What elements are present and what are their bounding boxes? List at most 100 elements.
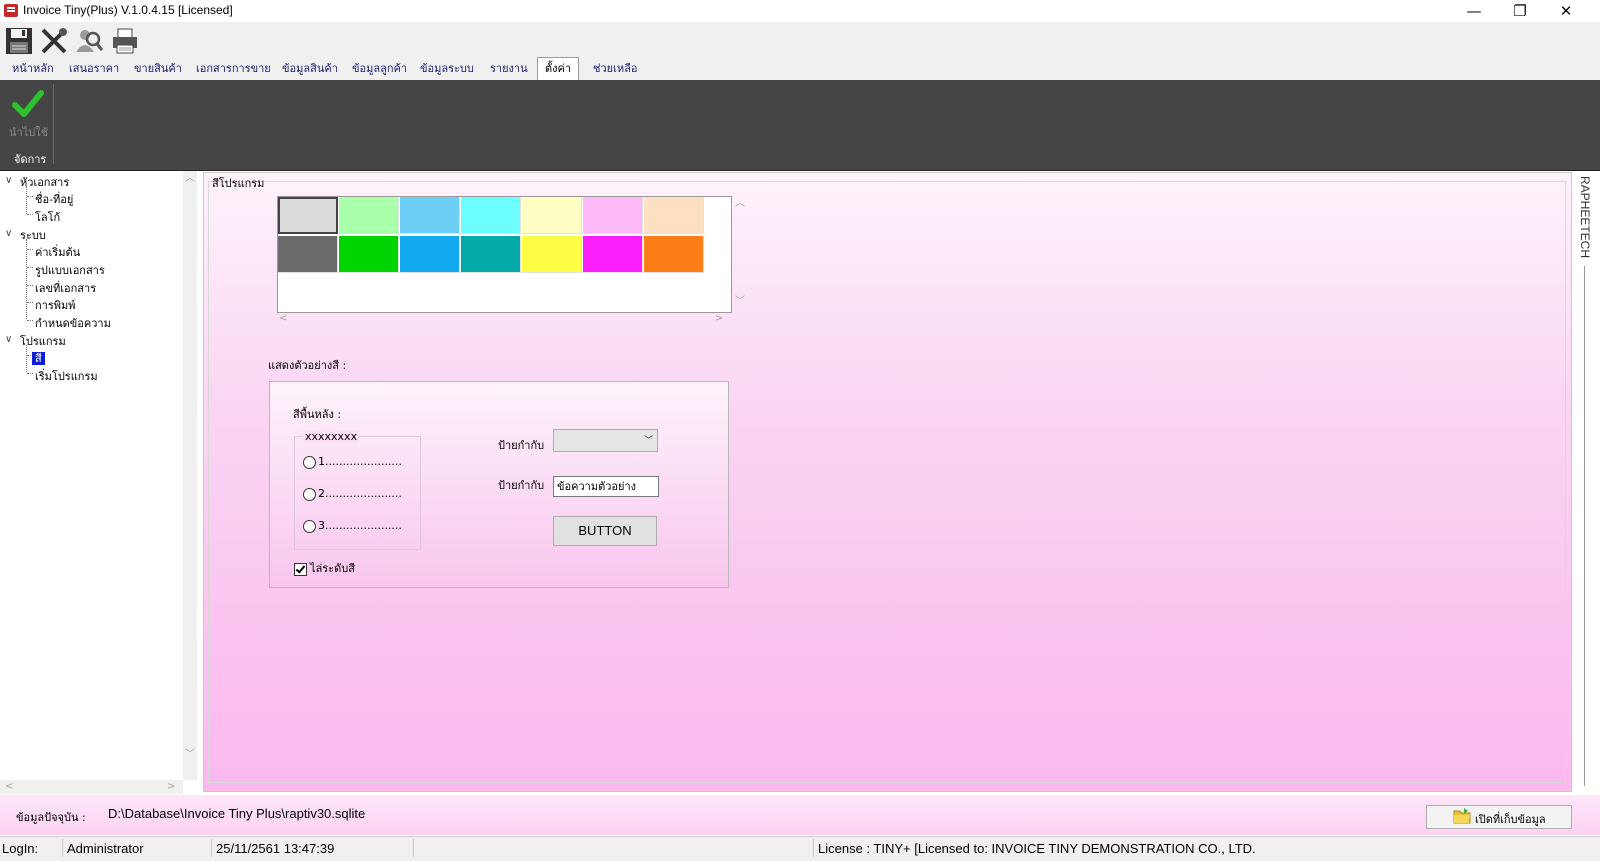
tab-reports[interactable]: รายงาน <box>490 58 528 80</box>
color-swatch[interactable] <box>644 197 704 234</box>
color-swatch[interactable] <box>278 197 338 234</box>
tab-quotation[interactable]: เสนอราคา <box>69 58 119 80</box>
radio-circle-icon <box>303 487 316 501</box>
color-swatch[interactable] <box>522 236 582 273</box>
tab-help[interactable]: ช่วยเหลือ <box>593 58 637 80</box>
sample-text-input[interactable]: ข้อความตัวอย่าง <box>553 476 659 497</box>
sample-radio-group: xxxxxxxx 1...................... 2......… <box>294 430 421 550</box>
tab-product-data[interactable]: ข้อมูลสินค้า <box>282 58 338 80</box>
ribbon-separator <box>53 84 54 164</box>
license-info: License : TINY+ [Licensed to: INVOICE TI… <box>818 841 1256 856</box>
chevron-down-icon: ﹀ <box>643 436 653 446</box>
color-swatch[interactable] <box>644 236 704 273</box>
settings-tree: ∨ หัวเอกสาร ชื่อ-ที่อยู่ โลโก้ ∨ ระบบ ค่… <box>0 171 184 780</box>
palette-vertical-scrollbar[interactable]: ︿ ﹀ <box>734 196 746 311</box>
tree-item-document-format[interactable]: รูปแบบเอกสาร <box>35 261 105 279</box>
gradient-checkbox[interactable]: ไล่ระดับสี <box>294 559 355 577</box>
sample-radio-1[interactable]: 1...................... <box>303 455 402 469</box>
tree-group-document-header[interactable]: หัวเอกสาร <box>20 173 69 191</box>
brand-label: RAPHEETECH <box>1578 176 1592 259</box>
data-path-bar: ข้อมูลปัจจุบัน : D:\Database\Invoice Tin… <box>0 795 1600 835</box>
preview-label: แสดงตัวอย่างสี : <box>268 359 347 372</box>
folder-icon <box>1453 808 1471 824</box>
tab-customer-data[interactable]: ข้อมูลลูกค้า <box>352 58 407 80</box>
search-people-icon[interactable] <box>74 26 104 56</box>
tree-item-name-address[interactable]: ชื่อ-ที่อยู่ <box>35 190 73 208</box>
minimize-button[interactable]: — <box>1451 0 1497 22</box>
tree-item-messages[interactable]: กำหนดข้อความ <box>35 314 111 332</box>
scroll-up-icon[interactable]: ︿ <box>735 198 745 210</box>
radio-group-title: xxxxxxxx <box>303 430 360 443</box>
expand-chevron-icon[interactable]: ∨ <box>5 228 12 239</box>
radio-circle-icon <box>303 519 316 533</box>
color-swatch[interactable] <box>522 197 582 234</box>
title-bar: Invoice Tiny(Plus) V.1.0.4.15 [Licensed]… <box>0 0 1600 22</box>
tree-item-printing[interactable]: การพิมพ์ <box>35 296 76 314</box>
sample-button[interactable]: BUTTON <box>553 516 657 546</box>
sample-radio-3[interactable]: 3...................... <box>303 519 402 533</box>
settings-content: สีโปรแกรม ︿ ﹀ < > แสดงตัวอย่างสี : สีพื้… <box>203 172 1572 792</box>
field-label-2: ป้ายกำกับ <box>498 479 545 492</box>
tree-horizontal-scrollbar[interactable]: < > <box>0 780 183 794</box>
close-button[interactable]: ✕ <box>1543 0 1589 22</box>
color-swatch[interactable] <box>583 236 643 273</box>
tab-sales-documents[interactable]: เอกสารการขาย <box>196 58 271 80</box>
close-tools-icon[interactable] <box>39 26 69 56</box>
tree-item-defaults[interactable]: ค่าเริ่มต้น <box>35 243 80 261</box>
scroll-right-icon[interactable]: > <box>715 313 723 325</box>
open-data-location-label: เปิดที่เก็บข้อมูล <box>1475 813 1546 826</box>
status-bar: LogIn: Administrator 25/11/2561 13:47:39… <box>0 836 1600 861</box>
app-icon <box>4 4 18 17</box>
checkmark-icon <box>12 90 44 117</box>
field-label-1: ป้ายกำกับ <box>498 439 545 452</box>
color-swatch[interactable] <box>461 236 521 273</box>
current-datetime: 25/11/2561 13:47:39 <box>216 841 335 856</box>
scroll-down-icon[interactable]: ﹀ <box>735 296 745 308</box>
ribbon-panel: นำไปใช้ จัดการ <box>0 80 1600 171</box>
tree-item-startup[interactable]: เริ่มโปรแกรม <box>35 367 98 385</box>
scroll-left-icon[interactable]: < <box>5 781 13 793</box>
color-swatch[interactable] <box>583 197 643 234</box>
ribbon-group-label: จัดการ <box>14 153 47 166</box>
maximize-button[interactable]: ❐ <box>1497 0 1543 22</box>
tree-item-logo[interactable]: โลโก้ <box>35 208 60 226</box>
brand-divider <box>1584 266 1585 786</box>
save-icon[interactable] <box>4 26 34 56</box>
window-title: Invoice Tiny(Plus) V.1.0.4.15 [Licensed] <box>23 3 233 17</box>
tree-vertical-scrollbar[interactable]: ︿ ﹀ <box>183 171 197 780</box>
color-swatch[interactable] <box>400 236 460 273</box>
open-data-location-button[interactable]: เปิดที่เก็บข้อมูล <box>1426 805 1572 829</box>
checkbox-checked-icon <box>294 562 307 576</box>
radio-circle-icon <box>303 455 316 469</box>
palette-horizontal-scrollbar[interactable]: < > <box>277 313 730 325</box>
scroll-right-icon[interactable]: > <box>167 781 175 793</box>
tab-system-data[interactable]: ข้อมูลระบบ <box>420 58 474 80</box>
color-swatch[interactable] <box>278 236 338 273</box>
scroll-up-icon[interactable]: ︿ <box>185 173 195 185</box>
color-palette <box>277 196 732 313</box>
quick-toolbar <box>0 22 1600 58</box>
apply-label: นำไปใช้ <box>9 126 49 139</box>
tab-home[interactable]: หน้าหลัก <box>12 58 54 80</box>
printer-icon[interactable] <box>110 26 140 56</box>
color-swatch[interactable] <box>461 197 521 234</box>
color-swatch[interactable] <box>339 236 399 273</box>
tab-settings[interactable]: ตั้งค่า <box>537 57 580 81</box>
background-color-label: สีพื้นหลัง : <box>293 408 342 421</box>
tree-item-color[interactable]: สี <box>32 349 45 367</box>
scroll-left-icon[interactable]: < <box>279 313 287 325</box>
color-swatch[interactable] <box>339 197 399 234</box>
color-preview-box: สีพื้นหลัง : xxxxxxxx 1.................… <box>269 381 729 588</box>
login-label: LogIn: <box>2 841 39 856</box>
sample-dropdown[interactable]: ﹀ <box>553 429 658 452</box>
expand-chevron-icon[interactable]: ∨ <box>5 175 12 186</box>
scroll-down-icon[interactable]: ﹀ <box>185 749 195 761</box>
current-data-label: ข้อมูลปัจจุบัน : <box>16 811 86 824</box>
tree-group-system[interactable]: ระบบ <box>20 226 46 244</box>
group-title: สีโปรแกรม <box>212 177 265 190</box>
tab-sell-products[interactable]: ขายสินค้า <box>134 58 182 80</box>
color-swatch[interactable] <box>400 197 460 234</box>
sample-radio-2[interactable]: 2...................... <box>303 487 402 501</box>
tree-item-document-number[interactable]: เลขที่เอกสาร <box>35 279 96 297</box>
expand-chevron-icon[interactable]: ∨ <box>5 334 12 345</box>
